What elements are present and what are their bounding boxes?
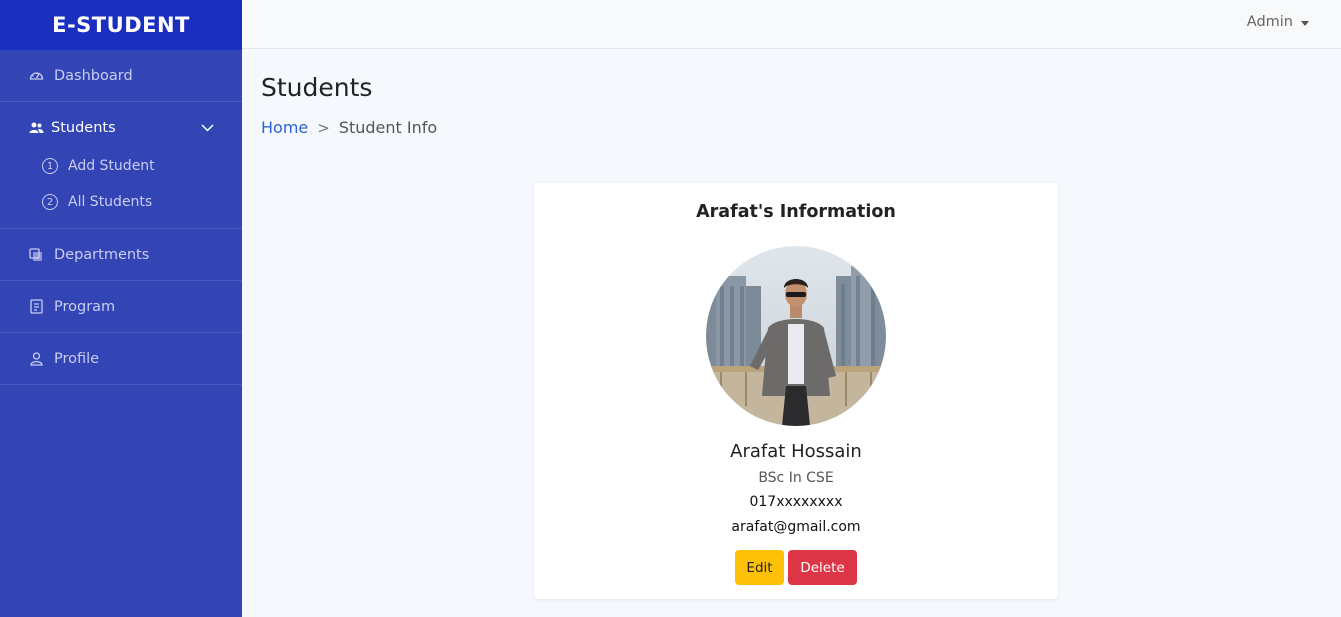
page-title: Students: [261, 73, 373, 102]
student-email: arafat@gmail.com: [731, 519, 861, 535]
sidebar-item-students[interactable]: Students: [0, 108, 242, 148]
nav-section-dashboard: Dashboard: [0, 50, 242, 102]
sidebar-item-label: Dashboard: [54, 67, 133, 84]
departments-icon: [28, 247, 44, 263]
nav-section-program: Program: [0, 281, 242, 333]
student-photo: [706, 246, 886, 426]
card-title: Arafat's Information: [696, 202, 896, 222]
breadcrumb-home-link[interactable]: Home: [261, 118, 308, 137]
sidebar-subitem-label: All Students: [68, 194, 153, 210]
sidebar: E-STUDENT Dashboard Students 1 Add Stude…: [0, 0, 242, 617]
number-one-icon: 1: [42, 158, 58, 174]
breadcrumb-current: Student Info: [338, 118, 438, 137]
topbar: Admin: [242, 0, 1341, 49]
sidebar-item-label: Departments: [54, 246, 150, 263]
sidebar-item-profile[interactable]: Profile: [0, 333, 242, 384]
edit-button[interactable]: Edit: [735, 550, 784, 585]
users-icon: [28, 120, 44, 136]
student-name: Arafat Hossain: [730, 441, 862, 462]
number-two-icon: 2: [42, 194, 58, 210]
student-program: BSc In CSE: [758, 470, 834, 486]
delete-button[interactable]: Delete: [788, 550, 857, 585]
student-info-card: Arafat's Information Arafat Hossain BSc …: [534, 183, 1058, 599]
sidebar-item-dashboard[interactable]: Dashboard: [0, 50, 242, 101]
sidebar-subitem-add-student[interactable]: 1 Add Student: [0, 148, 242, 184]
program-icon: [28, 299, 44, 315]
sidebar-subitem-all-students[interactable]: 2 All Students: [0, 184, 242, 220]
nav-section-profile: Profile: [0, 333, 242, 385]
nav-section-students: Students 1 Add Student 2 All Students: [0, 108, 242, 229]
sidebar-item-label: Students: [51, 120, 116, 136]
person-icon: [28, 351, 44, 367]
breadcrumb-separator: >: [317, 118, 330, 137]
sidebar-subitem-label: Add Student: [68, 158, 155, 174]
sidebar-item-program[interactable]: Program: [0, 281, 242, 332]
student-phone: 017xxxxxxxx: [749, 494, 843, 510]
sidebar-item-label: Program: [54, 298, 116, 315]
chevron-down-icon[interactable]: [201, 124, 214, 132]
nav-section-departments: Departments: [0, 229, 242, 281]
caret-down-icon: [1301, 20, 1309, 26]
brand-logo[interactable]: E-STUDENT: [0, 0, 242, 50]
user-menu[interactable]: Admin: [1247, 14, 1309, 30]
user-name: Admin: [1246, 14, 1293, 30]
sidebar-item-label: Profile: [54, 350, 100, 367]
dashboard-gauge-icon: [28, 68, 44, 84]
breadcrumb: Home > Student Info: [261, 118, 437, 137]
sidebar-item-departments[interactable]: Departments: [0, 229, 242, 280]
